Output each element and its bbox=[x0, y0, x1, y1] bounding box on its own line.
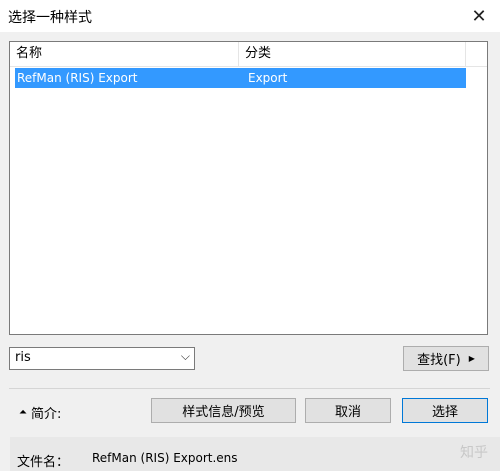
separator bbox=[9, 388, 490, 389]
watermark: 知乎 bbox=[460, 445, 488, 461]
info-preview-label: 样式信息/预览 bbox=[182, 405, 265, 420]
intro-toggle[interactable]: ⏶ 简介: bbox=[19, 403, 61, 422]
collapse-up-icon: ⏶ bbox=[19, 407, 27, 418]
triangle-right-icon: ▶ bbox=[468, 354, 475, 363]
dialog-title: 选择一种样式 bbox=[8, 10, 92, 26]
file-name-value: RefMan (RIS) Export.ens bbox=[92, 451, 238, 465]
style-list[interactable]: 名称 分类 RefMan (RIS) Export Export bbox=[9, 41, 488, 335]
column-header-category[interactable]: 分类 bbox=[239, 42, 466, 66]
row-name: RefMan (RIS) Export bbox=[17, 71, 138, 85]
chevron-down-icon[interactable]: ⌵ bbox=[181, 349, 190, 364]
intro-label: 简介: bbox=[31, 407, 62, 422]
file-info-panel bbox=[10, 437, 500, 471]
list-header: 名称 分类 bbox=[10, 42, 487, 67]
column-header-name[interactable]: 名称 bbox=[10, 42, 239, 66]
list-row-selected[interactable]: RefMan (RIS) Export Export bbox=[15, 68, 466, 88]
close-icon: ✕ bbox=[471, 5, 487, 27]
filter-value: ris bbox=[15, 350, 31, 365]
find-button[interactable]: 查找(F) ▶ bbox=[403, 346, 489, 371]
style-info-preview-button[interactable]: 样式信息/预览 bbox=[151, 398, 296, 423]
style-picker-dialog: 选择一种样式 ✕ 名称 分类 RefMan (RIS) Export Expor… bbox=[0, 0, 500, 471]
select-button[interactable]: 选择 bbox=[402, 398, 488, 423]
row-category: Export bbox=[248, 71, 288, 85]
cancel-button[interactable]: 取消 bbox=[305, 398, 391, 423]
select-label: 选择 bbox=[431, 405, 458, 420]
file-name-label: 文件名： bbox=[17, 455, 70, 470]
close-button[interactable]: ✕ bbox=[468, 5, 490, 27]
filter-combobox[interactable]: ris ⌵ bbox=[9, 347, 195, 370]
find-button-label: 查找(F) bbox=[417, 353, 461, 368]
title-bar: 选择一种样式 ✕ bbox=[0, 0, 500, 32]
cancel-label: 取消 bbox=[334, 405, 361, 420]
